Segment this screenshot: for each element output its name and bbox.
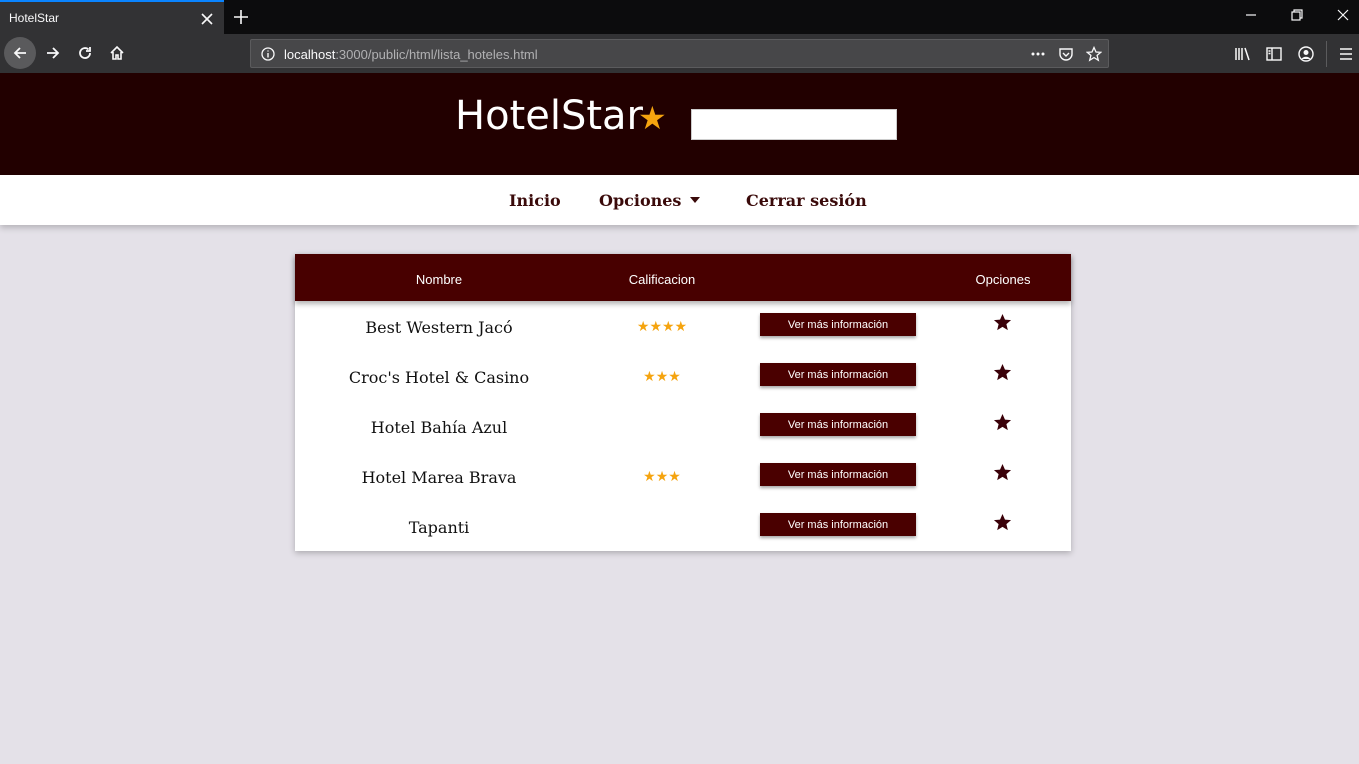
main-menu: Inicio Opciones Cerrar sesión [0, 175, 1359, 225]
rating-stars: ★★★ [643, 469, 681, 485]
hamburger-menu-icon[interactable] [1337, 45, 1355, 63]
browser-toolbar: localhost:3000/public/html/lista_hoteles… [0, 34, 1359, 73]
column-header-calificacion: Calificacion [628, 272, 696, 287]
hotel-name: Tapanti [408, 518, 470, 537]
hotel-name: Hotel Bahía Azul [370, 418, 508, 437]
ver-mas-informacion-button[interactable]: Ver más información [760, 313, 916, 336]
table-header: Nombre Calificacion Opciones [295, 254, 1071, 301]
column-header-opciones: Opciones [975, 272, 1031, 287]
favorite-star-icon[interactable] [993, 513, 1012, 532]
toolbar-divider [1326, 41, 1327, 67]
browser-tab-bar: HotelStar [0, 0, 1359, 34]
bookmark-star-icon[interactable] [1086, 46, 1102, 62]
hotel-table: Nombre Calificacion Opciones Best Wester… [295, 254, 1071, 551]
close-tab-icon[interactable] [199, 11, 215, 27]
reload-icon [79, 47, 91, 59]
new-tab-icon[interactable] [231, 7, 251, 27]
library-icon[interactable] [1234, 45, 1252, 63]
pocket-icon[interactable] [1058, 46, 1074, 62]
restore-icon[interactable] [1290, 8, 1304, 22]
close-window-icon[interactable] [1336, 8, 1350, 22]
menu-item-opciones[interactable]: Opciones [599, 191, 681, 210]
back-arrow-icon [13, 47, 26, 59]
account-icon[interactable] [1297, 45, 1315, 63]
site-header: HotelStar ★ [0, 73, 1359, 175]
forward-arrow-icon [47, 47, 60, 59]
tab-title: HotelStar [9, 11, 60, 25]
more-actions-icon[interactable] [1030, 46, 1046, 62]
ver-mas-informacion-button[interactable]: Ver más información [760, 413, 916, 436]
favorite-star-icon[interactable] [993, 463, 1012, 482]
rating-stars: ★★★★ [636, 319, 688, 335]
sidebar-icon[interactable] [1265, 45, 1283, 63]
browser-tab[interactable]: HotelStar [0, 0, 224, 34]
favorite-star-icon[interactable] [993, 413, 1012, 432]
column-header-nombre: Nombre [415, 272, 463, 287]
ver-mas-informacion-button[interactable]: Ver más información [760, 463, 916, 486]
rating-stars: ★★★ [643, 369, 681, 385]
favorite-star-icon[interactable] [993, 313, 1012, 332]
favorite-star-icon[interactable] [993, 363, 1012, 382]
search-input[interactable] [691, 109, 897, 140]
reload-button[interactable] [69, 37, 101, 69]
url-text: localhost:3000/public/html/lista_hoteles… [284, 47, 538, 62]
info-icon[interactable] [260, 46, 276, 62]
back-button[interactable] [4, 37, 36, 69]
hotel-name: Hotel Marea Brava [361, 468, 517, 487]
site-logo[interactable]: HotelStar [455, 93, 643, 139]
table-row: Croc's Hotel & Casino ★★★ Ver más inform… [295, 351, 1071, 401]
minimize-icon[interactable] [1244, 8, 1258, 22]
chevron-down-icon[interactable] [690, 197, 700, 203]
hotel-name: Best Western Jacó [365, 318, 513, 337]
table-row: Best Western Jacó ★★★★ Ver más informaci… [295, 301, 1071, 351]
logo-star-icon: ★ [638, 99, 667, 137]
menu-item-cerrar-sesion[interactable]: Cerrar sesión [746, 191, 867, 210]
url-host: localhost [284, 47, 336, 62]
table-row: Tapanti Ver más información [295, 501, 1071, 551]
ver-mas-informacion-button[interactable]: Ver más información [760, 513, 916, 536]
url-path: :3000/public/html/lista_hoteles.html [335, 47, 538, 62]
ver-mas-informacion-button[interactable]: Ver más información [760, 363, 916, 386]
hotel-name: Croc's Hotel & Casino [348, 368, 530, 387]
home-icon [110, 45, 124, 60]
url-bar[interactable]: localhost:3000/public/html/lista_hoteles… [250, 39, 1109, 68]
table-row: Hotel Bahía Azul Ver más información [295, 401, 1071, 451]
menu-item-inicio[interactable]: Inicio [509, 191, 561, 210]
forward-button[interactable] [37, 37, 69, 69]
table-row: Hotel Marea Brava ★★★ Ver más informació… [295, 451, 1071, 501]
home-button[interactable] [101, 37, 133, 69]
